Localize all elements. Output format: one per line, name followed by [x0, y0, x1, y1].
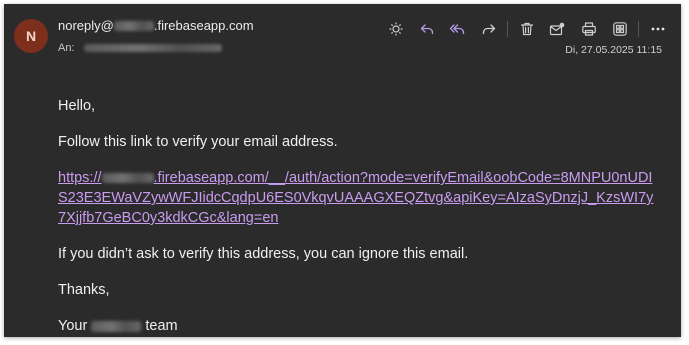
email-body: Hello, Follow this link to verify your e… [58, 96, 658, 337]
delete-button[interactable] [511, 17, 542, 41]
apps-icon [612, 22, 627, 36]
verification-link-paragraph: https://.firebaseapp.com/__/auth/action?… [58, 168, 658, 228]
sender-prefix: noreply@ [58, 18, 114, 33]
ignore-note: If you didn’t ask to verify this address… [58, 246, 469, 262]
thanks-text: Thanks, [58, 282, 110, 298]
redacted-team-name [91, 320, 142, 332]
delete-icon [520, 22, 533, 36]
forward-button[interactable] [473, 17, 504, 41]
avatar-initial: N [25, 28, 37, 44]
forward-icon [482, 24, 495, 35]
reply-icon [420, 24, 433, 35]
reply-button[interactable] [411, 17, 442, 41]
received-date: Di, 27.05.2025 11:15 [565, 44, 662, 56]
mark-unread-button[interactable] [542, 17, 573, 41]
redacted-sender-name [113, 20, 154, 31]
email-reading-pane: N noreply@ .firebaseapp.com An: Di, 27.0… [4, 4, 681, 337]
reply-all-button[interactable] [442, 17, 473, 41]
greeting: Hello, [58, 98, 96, 114]
sun-icon [389, 22, 402, 36]
print-icon [581, 22, 596, 36]
print-button[interactable] [573, 17, 604, 41]
verification-link[interactable]: https://.firebaseapp.com/__/auth/action?… [58, 170, 653, 226]
apps-button[interactable] [604, 17, 635, 41]
signoff: Your team [58, 316, 658, 336]
message-toolbar [380, 17, 673, 41]
signoff-suffix: team [145, 318, 178, 334]
redacted-project-name [101, 173, 154, 184]
mark-unread-icon [549, 22, 565, 36]
avatar[interactable]: N [14, 19, 48, 53]
recipient-label: An: [58, 42, 75, 54]
theme-toggle-button[interactable] [380, 17, 411, 41]
signoff-prefix: Your [58, 318, 88, 334]
more-options-button[interactable] [642, 17, 673, 41]
recipient-line: An: [58, 42, 222, 54]
sender-address[interactable]: noreply@ .firebaseapp.com [58, 18, 254, 33]
toolbar-divider [507, 21, 508, 37]
reply-all-icon [449, 24, 465, 35]
verification-link-prefix: https:// [58, 170, 102, 186]
more-icon [651, 27, 664, 31]
instruction-text: Follow this link to verify your email ad… [58, 134, 338, 150]
sender-suffix: .firebaseapp.com [153, 18, 254, 33]
toolbar-divider [638, 21, 639, 37]
redacted-recipient-address[interactable] [83, 44, 222, 52]
